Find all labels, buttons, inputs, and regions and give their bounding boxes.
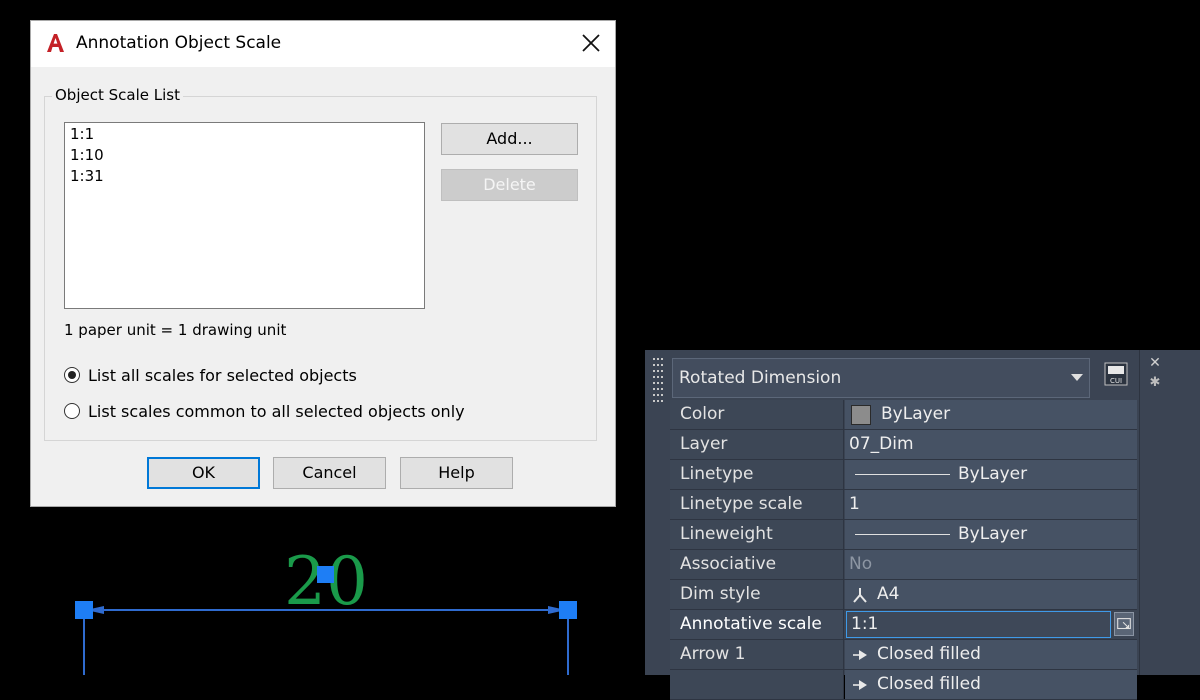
scale-list-picker-icon[interactable] [1114,612,1134,636]
annotative-scale-field[interactable]: 1:1 [846,611,1111,638]
scale-item[interactable]: 1:1 [70,124,419,145]
property-value-text: No [849,554,873,574]
properties-table: Color ByLayer Layer 07_Dim Linetype ByLa… [670,400,1137,700]
arrowhead-icon [853,649,867,660]
property-name: Annotative scale [670,610,844,639]
radio-label: List scales common to all selected objec… [88,401,465,421]
palette-divider [1139,350,1140,675]
property-name: Linetype [670,460,844,489]
property-value-text: Closed filled [877,674,981,694]
property-value-text: 1:1 [851,614,879,634]
object-type-label: Rotated Dimension [679,368,842,388]
property-row-arrow-1[interactable]: Arrow 1 Closed filled [670,640,1137,670]
autocad-logo-icon [47,34,64,52]
grip-left[interactable] [75,601,93,619]
property-row-layer[interactable]: Layer 07_Dim [670,430,1137,460]
property-value[interactable]: Closed filled [845,670,1137,699]
ok-button[interactable]: OK [147,457,260,489]
property-value[interactable]: Closed filled [845,640,1137,669]
dialog-titlebar[interactable]: Annotation Object Scale [31,21,615,67]
property-value-text: Closed filled [877,644,981,664]
property-row-linetype-scale[interactable]: Linetype scale 1 [670,490,1137,520]
units-text: 1 paper unit = 1 drawing unit [64,321,287,339]
property-value[interactable]: ByLayer [845,520,1137,549]
help-button[interactable]: Help [400,457,513,489]
svg-text:CUI: CUI [1110,377,1122,385]
property-name: Dim style [670,580,844,609]
palette-close-icon[interactable]: ✕ [1148,356,1162,370]
property-value-text: ByLayer [958,524,1028,544]
property-value-text: 1 [849,494,860,514]
property-name: Lineweight [670,520,844,549]
add-button[interactable]: Add... [441,123,578,155]
scale-list[interactable]: 1:1 1:10 1:31 [64,122,425,309]
dim-style-icon [853,587,867,603]
property-value-text: ByLayer [881,404,951,424]
radio-list-all[interactable]: List all scales for selected objects [64,364,357,386]
dialog-title: Annotation Object Scale [76,33,282,53]
radio-label: List all scales for selected objects [88,365,357,385]
property-row-associative[interactable]: Associative No [670,550,1137,580]
property-name: Linetype scale [670,490,844,519]
scale-item[interactable]: 1:10 [70,145,419,166]
property-name: Arrow 1 [670,640,844,669]
palette-settings-icon[interactable]: ✱ [1148,376,1162,390]
property-value-text: ByLayer [958,464,1028,484]
quick-select-icon[interactable]: CUI [1102,360,1130,388]
object-type-select[interactable]: Rotated Dimension [672,358,1090,398]
arrowhead-icon [853,679,867,690]
radio-button[interactable] [64,403,80,419]
property-name: Layer [670,430,844,459]
group-label: Object Scale List [52,86,183,104]
property-value[interactable]: ByLayer [845,400,1137,429]
property-value[interactable]: No [845,550,1137,579]
properties-palette: ✕ ✱ Rotated Dimension CUI Color ByLayer … [645,350,1200,700]
close-icon[interactable] [577,29,605,57]
cancel-button[interactable]: Cancel [273,457,386,489]
grip-right[interactable] [559,601,577,619]
property-name: Color [670,400,844,429]
color-swatch-icon [851,404,871,425]
property-name [670,670,844,699]
property-row-dim-style[interactable]: Dim style A4 [670,580,1137,610]
property-value[interactable]: 1 [845,490,1137,519]
radio-button-checked[interactable] [64,367,80,383]
property-name: Associative [670,550,844,579]
property-value[interactable]: ByLayer [845,460,1137,489]
property-row-linetype[interactable]: Linetype ByLayer [670,460,1137,490]
property-value[interactable]: 07_Dim [845,430,1137,459]
lineweight-preview-icon [855,534,950,535]
scale-item[interactable]: 1:31 [70,166,419,187]
property-row-color[interactable]: Color ByLayer [670,400,1137,430]
property-row-annotative-scale[interactable]: Annotative scale 1:1 [670,610,1137,640]
palette-grip-handle[interactable] [653,356,663,402]
grip-text[interactable] [317,566,334,583]
property-row-lineweight[interactable]: Lineweight ByLayer [670,520,1137,550]
chevron-down-icon [1071,374,1083,381]
radio-list-common[interactable]: List scales common to all selected objec… [64,400,465,422]
linetype-preview-icon [855,474,950,475]
delete-button[interactable]: Delete [441,169,578,201]
property-value-text: 07_Dim [849,434,914,454]
property-value[interactable]: A4 [845,580,1137,609]
annotation-object-scale-dialog: Annotation Object Scale Object Scale Lis… [30,20,616,507]
property-value-text: A4 [877,584,900,604]
